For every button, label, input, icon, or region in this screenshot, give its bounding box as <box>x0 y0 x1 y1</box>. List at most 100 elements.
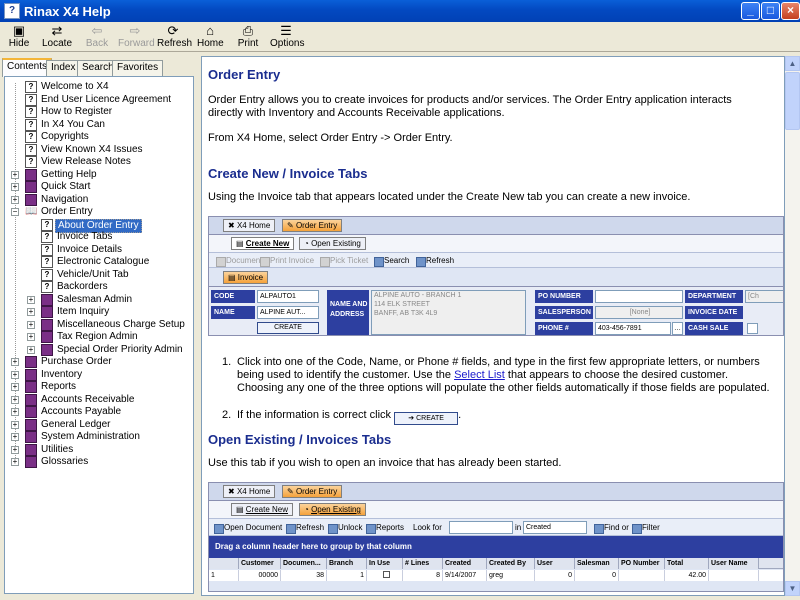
tree-item-copyrights[interactable]: ? Copyrights <box>5 131 193 143</box>
tree-item-view-known-x4-issues[interactable]: ? View Known X4 Issues <box>5 143 193 156</box>
tree-item-order-entry[interactable]: − 📖 Order Entry <box>5 206 193 218</box>
tree-item-how-to-register[interactable]: ? How to Register <box>5 106 193 118</box>
scroll-down-arrow-icon[interactable]: ▼ <box>785 581 800 596</box>
options-button[interactable]: ☰ Options <box>270 23 304 52</box>
tree-item-miscellaneous-charge-setup[interactable]: + Miscellaneous Charge Setup <box>5 318 193 331</box>
tab-index[interactable]: Index <box>46 60 81 76</box>
expand-icon[interactable]: + <box>11 183 19 191</box>
expand-icon[interactable]: + <box>11 370 19 379</box>
title-bar[interactable]: ? Rinax X4 Help _ □ × <box>0 0 800 22</box>
expand-icon[interactable]: + <box>11 358 19 366</box>
invoice-tab-screenshot: ✖ X4 Home ✎ Order Entry ▤ Create New ◔ O… <box>208 216 784 336</box>
help-page-icon: ? <box>25 131 37 143</box>
tree-item-utilities[interactable]: + Utilities <box>5 443 193 456</box>
contents-tree[interactable]: ? Welcome to X4? End User Licence Agreemen… <box>4 76 194 594</box>
print-button[interactable]: ⎙ Print <box>237 23 259 52</box>
tree-item-vehicle-unit-tab[interactable]: ? Vehicle/Unit Tab <box>5 268 193 281</box>
help-app-icon: ? <box>4 3 20 19</box>
tree-item-invoice-tabs[interactable]: ? Invoice Tabs <box>5 231 193 243</box>
tree-item-reports[interactable]: + Reports <box>5 381 193 393</box>
shot1-name-address-label: NAME AND ADDRESS <box>327 290 369 335</box>
shot2-unlock-button: Unlock <box>327 522 362 534</box>
expand-icon[interactable]: + <box>27 295 35 304</box>
tree-item-label: Miscellaneous Charge Setup <box>57 318 185 330</box>
collapse-icon[interactable]: − <box>11 208 19 216</box>
tree-item-invoice-details[interactable]: ? Invoice Details <box>5 243 193 256</box>
expand-icon[interactable]: + <box>27 320 35 329</box>
minimize-button[interactable]: _ <box>741 2 760 20</box>
tree-item-item-inquiry[interactable]: + Item Inquiry <box>5 306 193 318</box>
locate-button[interactable]: ⇄ Locate <box>42 23 72 52</box>
tree-item-glossaries[interactable]: + Glossaries <box>5 456 193 468</box>
tree-item-electronic-catalogue[interactable]: ? Electronic Catalogue <box>5 256 193 268</box>
new-doc-icon: ▤ <box>236 505 246 514</box>
hide-button[interactable]: ▣ Hide <box>6 23 32 52</box>
expand-icon[interactable]: + <box>27 308 35 316</box>
vertical-scrollbar[interactable]: ▲ ▼ <box>785 56 800 596</box>
tree-item-navigation[interactable]: + Navigation <box>5 193 193 206</box>
expand-icon[interactable]: + <box>11 445 19 454</box>
book-icon <box>25 381 37 393</box>
shot2-lookfor-label: Look for <box>413 523 442 532</box>
tree-item-in-x4-you-can[interactable]: ? In X4 You Can <box>5 118 193 131</box>
scroll-thumb[interactable] <box>785 72 800 130</box>
tree-item-end-user-licence-agreement[interactable]: ? End User Licence Agreement <box>5 93 193 106</box>
tree-item-accounts-receivable[interactable]: + Accounts Receivable <box>5 393 193 406</box>
tree-item-accounts-payable[interactable]: + Accounts Payable <box>5 406 193 418</box>
hide-icon: ▣ <box>12 23 26 38</box>
expand-icon[interactable]: + <box>11 395 19 404</box>
tab-contents[interactable]: Contents <box>2 58 53 77</box>
expand-icon[interactable]: + <box>11 408 19 416</box>
shot2-find-button: Find or <box>593 522 629 534</box>
expand-icon[interactable]: + <box>11 170 19 179</box>
refresh-button[interactable]: ⟳ Refresh <box>157 23 192 52</box>
book-icon <box>25 181 37 193</box>
tree-item-salesman-admin[interactable]: + Salesman Admin <box>5 293 193 306</box>
home-button[interactable]: ⌂ Home <box>197 23 224 52</box>
grid-column-header: PO Number <box>619 558 665 569</box>
shot1-subtab-create-new: ▤ Create New <box>231 237 295 250</box>
tree-item-inventory[interactable]: + Inventory <box>5 368 193 381</box>
grid-cell <box>619 570 665 581</box>
tree-item-welcome-to-x4[interactable]: ? Welcome to X4 <box>5 81 193 93</box>
grid-column-header: Documen... <box>281 558 327 569</box>
tree-item-system-administration[interactable]: + System Administration <box>5 431 193 443</box>
intro-paragraph: Order Entry allows you to create invoice… <box>208 94 732 119</box>
close-button[interactable]: × <box>781 2 800 20</box>
tree-item-purchase-order[interactable]: + Purchase Order <box>5 356 193 368</box>
shot1-tab-order-entry: ✎ Order Entry <box>282 219 343 232</box>
scroll-up-arrow-icon[interactable]: ▲ <box>785 56 800 71</box>
tree-item-view-release-notes[interactable]: ? View Release Notes <box>5 156 193 168</box>
expand-icon[interactable]: + <box>11 195 19 204</box>
help-page-icon: ? <box>25 118 37 131</box>
shot1-po-number-field <box>595 290 683 303</box>
tree-item-label: End User Licence Agreement <box>41 93 172 105</box>
tree-item-special-order-priority-admin[interactable]: + Special Order Priority Admin <box>5 343 193 356</box>
options-icon: ☰ <box>280 23 292 38</box>
shot1-subtab-open-existing: ◔ Open Existing <box>299 237 366 250</box>
tree-item-backorders[interactable]: ? Backorders <box>5 281 193 293</box>
select-list-link[interactable]: Select List <box>454 369 505 381</box>
tree-item-quick-start[interactable]: + Quick Start <box>5 181 193 193</box>
maximize-button[interactable]: □ <box>761 2 780 20</box>
tab-favorites[interactable]: Favorites <box>112 60 164 76</box>
tree-item-label: Purchase Order <box>41 356 112 367</box>
grid-cell: 1 <box>209 570 239 581</box>
expand-icon[interactable]: + <box>11 383 19 391</box>
forward-button[interactable]: ⇨ Forward <box>118 23 155 52</box>
tree-item-about-order-entry[interactable]: ? About Order Entry <box>5 218 193 233</box>
back-button[interactable]: ⇦ Back <box>84 23 110 52</box>
shot1-salesperson-label: SALESPERSON <box>535 306 593 319</box>
grid-cell: 0 <box>535 570 575 581</box>
shot1-address-box: ALPINE AUTO - BRANCH 1 114 ELK STREET BA… <box>371 290 526 335</box>
expand-icon[interactable]: + <box>27 333 35 341</box>
tree-item-tax-region-admin[interactable]: + Tax Region Admin <box>5 331 193 343</box>
shot2-tab-x4-home: ✖ X4 Home <box>223 485 276 498</box>
tree-item-getting-help[interactable]: + Getting Help <box>5 168 193 181</box>
tree-item-general-ledger[interactable]: + General Ledger <box>5 418 193 431</box>
expand-icon[interactable]: + <box>11 458 19 466</box>
in-use-checkbox <box>383 571 390 578</box>
expand-icon[interactable]: + <box>11 420 19 429</box>
expand-icon[interactable]: + <box>27 345 35 354</box>
expand-icon[interactable]: + <box>11 433 19 441</box>
